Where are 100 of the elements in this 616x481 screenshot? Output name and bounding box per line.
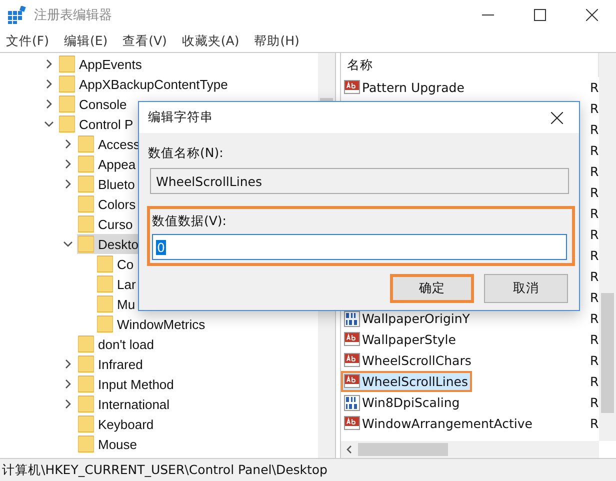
type-cell: R xyxy=(590,101,599,116)
folder-icon xyxy=(78,395,94,413)
column-header[interactable]: 名称 xyxy=(347,56,373,74)
tree-item[interactable]: don't load xyxy=(77,334,157,354)
folder-icon xyxy=(59,115,75,133)
tree-item[interactable]: Blueto xyxy=(77,174,138,194)
tree-item[interactable]: Lar xyxy=(96,274,139,294)
string-value-icon xyxy=(344,332,360,348)
tree-item[interactable]: Keyboard xyxy=(77,414,157,434)
menu-item[interactable]: 查看(V) xyxy=(122,32,167,50)
expand-caret-icon[interactable] xyxy=(63,139,73,149)
binary-value-icon xyxy=(344,310,360,326)
tree-item[interactable]: Mu xyxy=(96,294,138,314)
type-cell: R xyxy=(590,290,599,305)
type-cell: R xyxy=(590,185,599,200)
cancel-button[interactable]: 取消 xyxy=(484,274,568,303)
string-value-icon xyxy=(344,352,360,368)
folder-icon xyxy=(78,375,94,393)
tree-item[interactable]: Colors xyxy=(77,194,139,214)
binary-value-icon xyxy=(344,394,360,410)
dialog-title: 编辑字符串 xyxy=(148,109,213,126)
folder-icon xyxy=(97,295,113,313)
maximize-icon[interactable] xyxy=(534,9,546,21)
scroll-left-icon[interactable] xyxy=(346,445,352,454)
folder-icon xyxy=(78,415,94,433)
expand-caret-icon[interactable] xyxy=(44,79,54,89)
menu-item[interactable]: 帮助(H) xyxy=(254,32,300,50)
scrollbar[interactable] xyxy=(599,53,616,441)
value-row[interactable]: Win8DpiScaling xyxy=(341,392,464,413)
tree-item[interactable]: Console xyxy=(58,94,130,114)
folder-icon xyxy=(78,435,94,453)
scrollbar[interactable] xyxy=(341,441,599,458)
tree-item[interactable]: Appea xyxy=(77,154,139,174)
value-row[interactable]: WallpaperOriginY xyxy=(341,308,474,329)
string-value-icon xyxy=(344,80,360,96)
type-cell: R xyxy=(590,80,599,95)
tree-item[interactable]: Input Method xyxy=(77,374,177,394)
folder-icon xyxy=(78,175,94,193)
value-row[interactable]: WindowArrangementActive xyxy=(341,413,536,434)
ok-button[interactable]: 确定 xyxy=(390,274,474,303)
folder-icon xyxy=(78,355,94,373)
type-cell: R xyxy=(590,143,599,158)
menu-item[interactable]: 文件(F) xyxy=(6,32,49,50)
folder-icon xyxy=(78,155,94,173)
tree-item[interactable]: Mouse xyxy=(77,434,140,454)
value-row[interactable]: WheelScrollLines xyxy=(341,371,472,392)
tree-item[interactable]: Control P xyxy=(58,114,136,134)
tree-item[interactable]: International xyxy=(77,394,173,414)
string-value-icon xyxy=(344,416,360,432)
field-label: 数值名称(N): xyxy=(148,145,224,162)
close-icon[interactable] xyxy=(551,112,563,124)
collapse-caret-icon[interactable] xyxy=(44,119,54,129)
type-cell: R xyxy=(590,311,599,326)
folder-icon xyxy=(78,215,94,233)
expand-caret-icon[interactable] xyxy=(63,379,73,389)
type-cell: R xyxy=(590,416,599,431)
menu-item[interactable]: 收藏夹(A) xyxy=(182,32,240,50)
type-cell: R xyxy=(590,269,599,284)
value-row[interactable]: WheelScrollChars xyxy=(341,350,476,371)
type-cell: R xyxy=(590,332,599,347)
type-cell: R xyxy=(590,164,599,179)
expand-caret-icon[interactable] xyxy=(44,59,54,69)
collapse-caret-icon[interactable] xyxy=(63,239,73,249)
expand-caret-icon[interactable] xyxy=(63,399,73,409)
type-cell: R xyxy=(590,227,599,242)
value-row[interactable]: WallpaperStyle xyxy=(341,329,460,350)
type-cell: R xyxy=(590,395,599,410)
close-icon[interactable] xyxy=(586,9,598,21)
type-cell: R xyxy=(590,122,599,137)
folder-icon xyxy=(97,255,113,273)
folder-icon xyxy=(59,75,75,93)
expand-caret-icon[interactable] xyxy=(63,359,73,369)
registry-icon xyxy=(8,6,26,24)
value-name-field[interactable]: WheelScrollLines xyxy=(150,168,569,194)
value-data-field[interactable]: 0 xyxy=(152,234,567,260)
status-bar: 计算机\HKEY_CURRENT_USER\Control Panel\Desktop xyxy=(0,458,616,481)
expand-caret-icon[interactable] xyxy=(44,99,54,109)
field-label: 数值数据(V): xyxy=(152,213,228,230)
expand-caret-icon[interactable] xyxy=(63,159,73,169)
tree-item[interactable]: AppXBackupContentType xyxy=(58,74,231,94)
folder-icon xyxy=(59,55,75,73)
string-value-icon xyxy=(344,374,360,390)
expand-caret-icon[interactable] xyxy=(63,179,73,189)
tree-item[interactable]: Co xyxy=(96,254,137,274)
folder-icon xyxy=(78,235,94,253)
folder-icon xyxy=(97,275,113,293)
tree-item[interactable]: Access xyxy=(77,134,143,154)
type-cell: R xyxy=(590,374,599,389)
folder-icon xyxy=(78,195,94,213)
type-cell: R xyxy=(590,206,599,221)
tree-item[interactable]: Curso xyxy=(77,214,136,234)
tree-item[interactable]: WindowMetrics xyxy=(96,314,208,334)
tree-item[interactable]: AppEvents xyxy=(58,54,145,74)
folder-icon xyxy=(59,95,75,113)
menu-item[interactable]: 编辑(E) xyxy=(64,32,108,50)
tree-item[interactable]: Infrared xyxy=(77,354,146,374)
folder-icon xyxy=(78,135,94,153)
value-row[interactable]: Pattern Upgrade xyxy=(341,77,468,98)
type-cell: R xyxy=(590,353,599,368)
type-cell: R xyxy=(590,248,599,263)
